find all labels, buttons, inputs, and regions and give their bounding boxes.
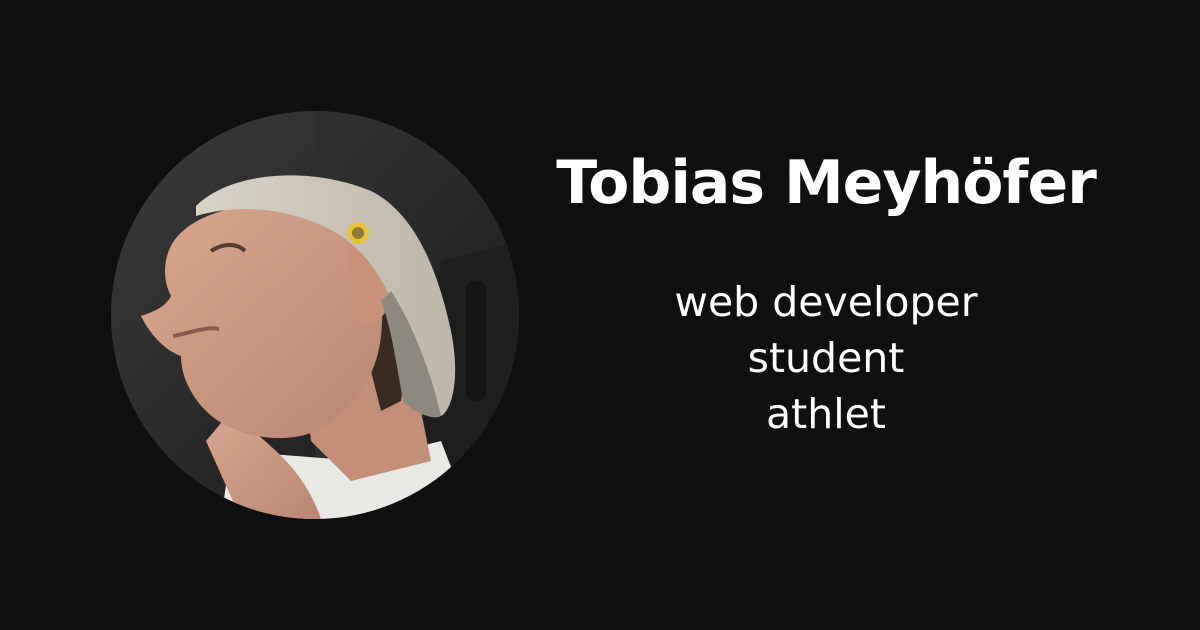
- profile-text: Tobias Meyhöfer web developer student at…: [540, 0, 1112, 630]
- role-item: athlet: [766, 390, 886, 438]
- profile-name: Tobias Meyhöfer: [556, 148, 1097, 218]
- avatar: [111, 111, 519, 519]
- profile-photo: [111, 111, 519, 519]
- role-list: web developer student athlet: [540, 274, 1112, 442]
- social-card: Tobias Meyhöfer web developer student at…: [0, 0, 1200, 630]
- role-item: web developer: [674, 278, 978, 326]
- role-item: student: [747, 334, 905, 382]
